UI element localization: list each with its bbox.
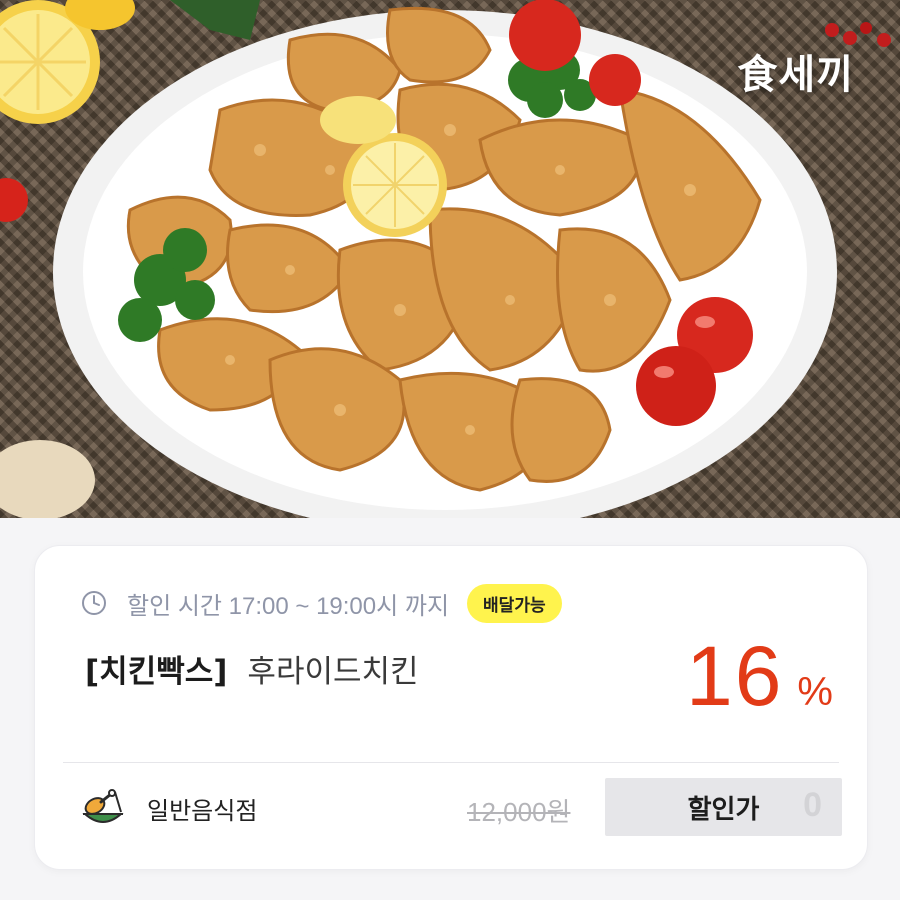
restaurant-icon — [81, 788, 125, 828]
category-label: 일반음식점 — [147, 796, 258, 825]
title-row: [치킨빡스] 후라이드치킨 — [85, 646, 419, 691]
delivery-badge: 배달가능 — [467, 583, 562, 623]
discount-rate: 16 % — [686, 628, 833, 725]
clock-icon — [81, 590, 107, 616]
category-row: 일반음식점 — [81, 786, 257, 830]
discount-value: 16 — [685, 629, 784, 723]
original-price: 12,000원 — [467, 797, 571, 827]
menu-name: 후라이드치킨 — [247, 654, 419, 690]
sale-price-placeholder: 0 — [803, 786, 822, 824]
discount-time-row: 할인 시간 17:00 ~ 19:00시 까지 배달가능 — [81, 583, 562, 623]
discount-unit: % — [797, 670, 833, 714]
sale-price-label: 할인가 — [687, 794, 760, 825]
divider — [63, 762, 839, 763]
deal-card[interactable]: 할인 시간 17:00 ~ 19:00시 까지 배달가능 [치킨빡스] 후라이드… — [34, 545, 868, 870]
hero-food-image: 食세끼 — [0, 0, 900, 518]
sale-price-button[interactable]: 할인가 0 — [605, 778, 842, 836]
store-name[interactable]: [치킨빡스] — [85, 646, 227, 691]
brand-logo: 食세끼 — [737, 51, 854, 98]
discount-time-text: 할인 시간 17:00 ~ 19:00시 까지 — [127, 592, 450, 620]
